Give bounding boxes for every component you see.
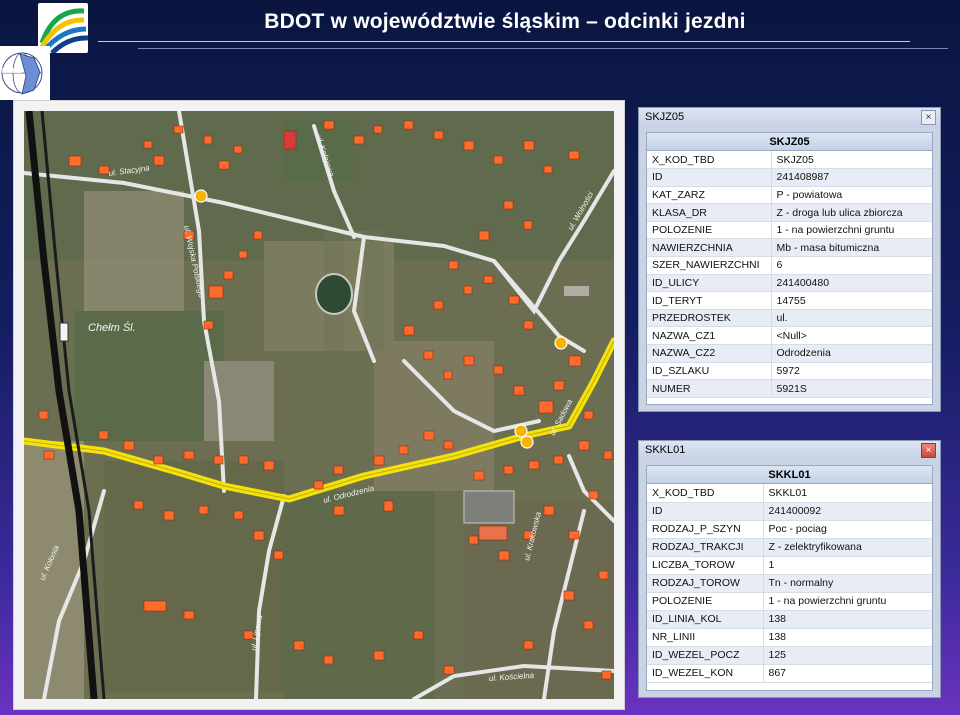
attribute-value: Tn - normalny [763, 574, 932, 593]
attribute-row[interactable]: NAZWA_CZ2 Odrodzenia [647, 344, 932, 363]
attribute-value: 6 [771, 256, 932, 275]
attribute-row[interactable]: ID_TERYT 14755 [647, 291, 932, 310]
attribute-value: 867 [763, 664, 932, 683]
window-titlebar[interactable]: SKKL01 × [639, 441, 940, 461]
attribute-value: Mb - masa bitumiczna [771, 238, 932, 258]
attribute-row[interactable]: RODZAJ_TRAKCJI Z - zelektryfikowana [647, 538, 932, 557]
attribute-key: X_KOD_TBD [647, 484, 764, 503]
attribute-table: X_KOD_TBD SKJZ05 ID 241408987 KAT_ZARZ P - po… [647, 151, 932, 398]
attribute-key: LICZBA_TOROW [647, 556, 764, 575]
attribute-key: POLOZENIE [647, 592, 764, 611]
attribute-row[interactable]: PRZEDROSTEK ul. [647, 309, 932, 328]
attribute-row[interactable]: NR_LINII 138 [647, 628, 932, 647]
attribute-key: RODZAJ_P_SZYN [647, 520, 764, 539]
attribute-row[interactable]: ID_WEZEL_POCZ 125 [647, 646, 932, 665]
attribute-value: Poc - pociag [763, 520, 932, 539]
attribute-row[interactable]: X_KOD_TBD SKJZ05 [647, 151, 932, 170]
attribute-key: RODZAJ_TOROW [647, 574, 764, 593]
attribute-key: ID_WEZEL_KON [647, 664, 764, 683]
attribute-key: ID_ULICY [647, 274, 772, 293]
attribute-value: 241400480 [771, 274, 932, 293]
attribute-key: RODZAJ_TRAKCJI [647, 538, 764, 557]
window-title: SKJZ05 [645, 111, 685, 123]
attribute-panel: SKJZ05 X_KOD_TBD SKJZ05 ID 241408987 KAT_ZAR… [646, 132, 933, 405]
window-titlebar[interactable]: SKJZ05 × [639, 108, 940, 128]
window-title: SKKL01 [645, 444, 686, 456]
attribute-value: 241400092 [763, 502, 932, 521]
title-divider [98, 41, 910, 42]
attribute-key: POLOZENIE [647, 221, 772, 240]
attribute-key: ID_LINIA_KOL [647, 610, 764, 629]
map-view[interactable]: ul. Stacyjna ul. Wojska Polskiego ul. Ko… [13, 100, 625, 710]
attribute-key: NAWIERZCHNIA [647, 238, 772, 258]
attribute-key: NUMER [647, 379, 772, 398]
attribute-key: PRZEDROSTEK [647, 309, 772, 328]
attribute-row[interactable]: NAWIERZCHNIA Mb - masa bitumiczna [647, 238, 932, 258]
attribute-row[interactable]: LICZBA_TOROW 1 [647, 556, 932, 575]
attribute-value: 5921S [771, 379, 932, 398]
attribute-value: 14755 [771, 291, 932, 310]
attribute-key: ID [647, 168, 772, 187]
attribute-row[interactable]: POLOZENIE 1 - na powierzchni gruntu [647, 221, 932, 240]
attribute-value: 138 [763, 628, 932, 647]
layer-header: SKKL01 [647, 466, 932, 484]
attribute-row[interactable]: ID 241400092 [647, 502, 932, 521]
attribute-value: 1 [763, 556, 932, 575]
attribute-key: ID_WEZEL_POCZ [647, 646, 764, 665]
attribute-value: <Null> [771, 326, 932, 346]
close-button[interactable]: × [921, 443, 936, 458]
attribute-value: 1 - na powierzchni gruntu [763, 592, 932, 611]
attribute-panel: SKKL01 X_KOD_TBD SKKL01 ID 241400092 RODZAJ_… [646, 465, 933, 691]
attribute-row[interactable]: POLOZENIE 1 - na powierzchni gruntu [647, 592, 932, 611]
attribute-key: ID_TERYT [647, 291, 772, 310]
attribute-row[interactable]: KAT_ZARZ P - powiatowa [647, 186, 932, 205]
attribute-key: NAZWA_CZ2 [647, 344, 772, 363]
attribute-row[interactable]: ID_SZLAKU 5972 [647, 362, 932, 381]
attribute-value: 241408987 [771, 168, 932, 187]
attribute-key: ID_SZLAKU [647, 362, 772, 381]
attribute-value: SKKL01 [763, 484, 932, 503]
attribute-row[interactable]: ID_ULICY 241400480 [647, 274, 932, 293]
attribute-value: Z - droga lub ulica zbiorcza [771, 203, 932, 222]
attribute-value: ul. [771, 309, 932, 328]
attribute-row[interactable]: X_KOD_TBD SKKL01 [647, 484, 932, 503]
attribute-row[interactable]: ID_WEZEL_KON 867 [647, 664, 932, 683]
attribute-row[interactable]: KLASA_DR Z - droga lub ulica zbiorcza [647, 203, 932, 222]
orthophoto-map[interactable]: ul. Stacyjna ul. Wojska Polskiego ul. Ko… [24, 111, 614, 699]
attribute-table: X_KOD_TBD SKKL01 ID 241400092 RODZAJ_P_SZYN P… [647, 484, 932, 683]
layer-header: SKJZ05 [647, 133, 932, 151]
attribute-row[interactable]: RODZAJ_TOROW Tn - normalny [647, 574, 932, 593]
attribute-row[interactable]: SZER_NAWIERZCHNI 6 [647, 256, 932, 275]
attribute-row[interactable]: NAZWA_CZ1 <Null> [647, 326, 932, 346]
voivodeship-logo [0, 46, 50, 100]
attribute-row[interactable]: RODZAJ_P_SZYN Poc - pociag [647, 520, 932, 539]
attribute-value: P - powiatowa [771, 186, 932, 205]
attribute-key: ID [647, 502, 764, 521]
attribute-value: 138 [763, 610, 932, 629]
attribute-key: NR_LINII [647, 628, 764, 647]
title-divider-secondary [138, 48, 948, 49]
globe-map-icon [1, 52, 43, 95]
attribute-key: X_KOD_TBD [647, 151, 772, 170]
attribute-value: Z - zelektryfikowana [763, 538, 932, 557]
attribute-value: 1 - na powierzchni gruntu [771, 221, 932, 240]
attribute-row[interactable]: NUMER 5921S [647, 379, 932, 398]
attribute-key: NAZWA_CZ1 [647, 326, 772, 346]
place-label: Chełm Śl. [88, 321, 136, 334]
attribute-row[interactable]: ID 241408987 [647, 168, 932, 187]
attribute-key: KLASA_DR [647, 203, 772, 222]
attribute-value: 125 [763, 646, 932, 665]
close-button[interactable]: × [921, 110, 936, 125]
attribute-value: Odrodzenia [771, 344, 932, 363]
attribute-window-skjz05[interactable]: SKJZ05 × SKJZ05 X_KOD_TBD SKJZ05 ID 2414089… [638, 107, 941, 412]
attribute-key: SZER_NAWIERZCHNI [647, 256, 772, 275]
attribute-value: SKJZ05 [771, 151, 932, 170]
attribute-row[interactable]: ID_LINIA_KOL 138 [647, 610, 932, 629]
attribute-window-skkl01[interactable]: SKKL01 × SKKL01 X_KOD_TBD SKKL01 ID 2414000… [638, 440, 941, 698]
page-title: BDOT w województwie śląskim – odcinki je… [264, 10, 746, 33]
attribute-value: 5972 [771, 362, 932, 381]
attribute-key: KAT_ZARZ [647, 186, 772, 205]
